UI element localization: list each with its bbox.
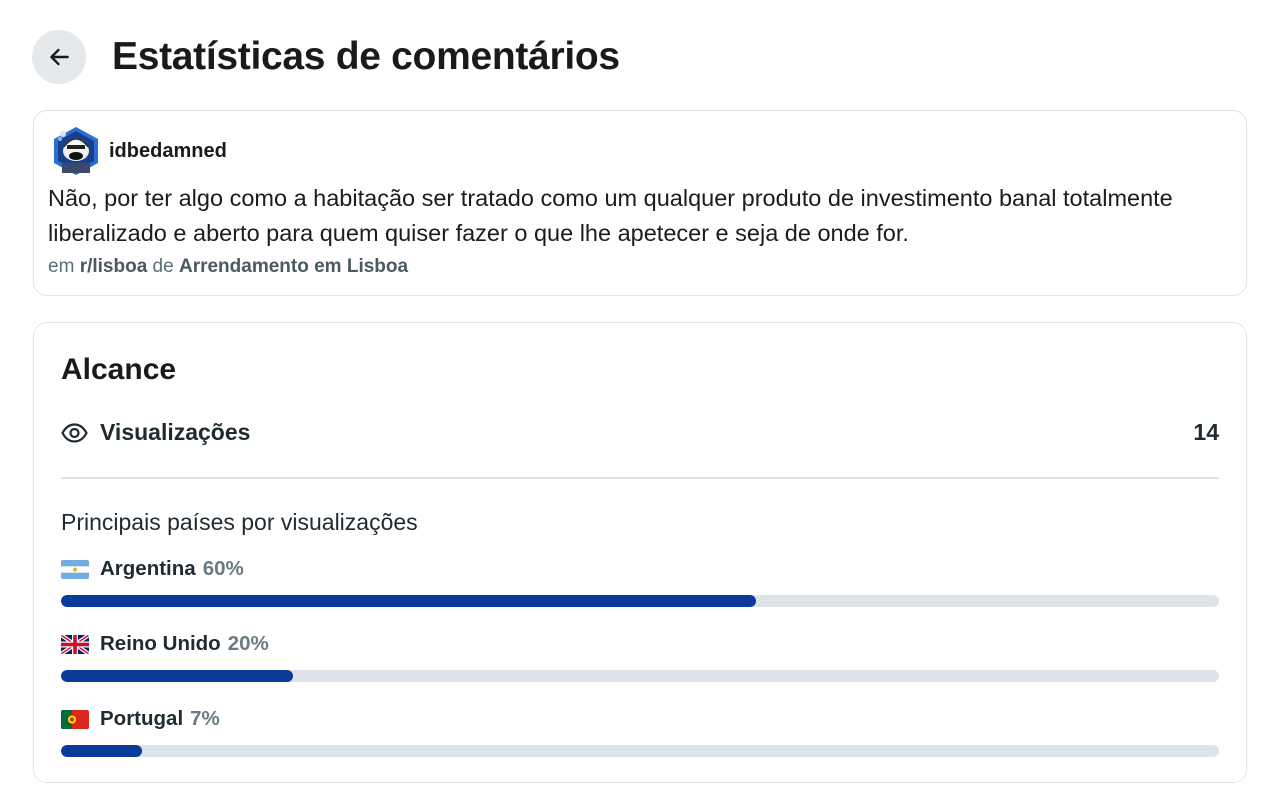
comment-body: Não, por ter algo como a habitação ser t… [48, 185, 1173, 246]
country-row-portugal: Portugal 7% [61, 706, 1219, 757]
page-header: Estatísticas de comentários [32, 30, 620, 84]
comment-meta: em r/lisboa de Arrendamento em Lisboa [48, 256, 408, 278]
progress-track [61, 670, 1219, 682]
flag-united-kingdom-icon [61, 634, 89, 654]
flag-argentina-icon [61, 559, 89, 579]
flag-portugal-icon [61, 709, 89, 729]
views-count: 14 [1193, 419, 1219, 445]
snoo-avatar-icon[interactable] [52, 125, 100, 177]
divider [61, 477, 1219, 479]
country-name: Reino Unido [100, 632, 221, 655]
meta-middle: de [152, 256, 174, 277]
comment-card[interactable]: idbedamned Não, por ter algo como a habi… [33, 110, 1247, 296]
views-row: Visualizações 14 [61, 419, 1219, 446]
progress-fill [61, 745, 143, 757]
page-title: Estatísticas de comentários [112, 35, 620, 78]
country-row-united-kingdom: Reino Unido 20% [61, 631, 1219, 682]
reach-title: Alcance [61, 353, 177, 386]
progress-track [61, 745, 1219, 757]
arrow-left-icon [50, 48, 69, 66]
comment-author-name[interactable]: idbedamned [109, 140, 227, 163]
progress-fill [61, 595, 756, 607]
top-countries-heading: Principais países por visualizações [61, 509, 418, 535]
meta-prefix: em [48, 256, 75, 277]
country-percent: 60% [202, 557, 244, 580]
comment-author-row: idbedamned [52, 125, 227, 177]
back-button[interactable] [32, 30, 86, 84]
country-name: Argentina [100, 557, 196, 580]
progress-track [61, 595, 1219, 607]
reach-card: Alcance Visualizações 14 Principais país… [33, 322, 1247, 783]
country-row-argentina: Argentina 60% [61, 556, 1219, 607]
country-percent: 7% [190, 707, 220, 730]
post-title-link[interactable]: Arrendamento em Lisboa [179, 256, 408, 277]
eye-icon [61, 422, 88, 443]
country-name: Portugal [100, 707, 184, 730]
views-label: Visualizações [100, 419, 251, 445]
country-percent: 20% [227, 632, 269, 655]
subreddit-link[interactable]: r/lisboa [80, 256, 148, 277]
progress-fill [61, 670, 293, 682]
